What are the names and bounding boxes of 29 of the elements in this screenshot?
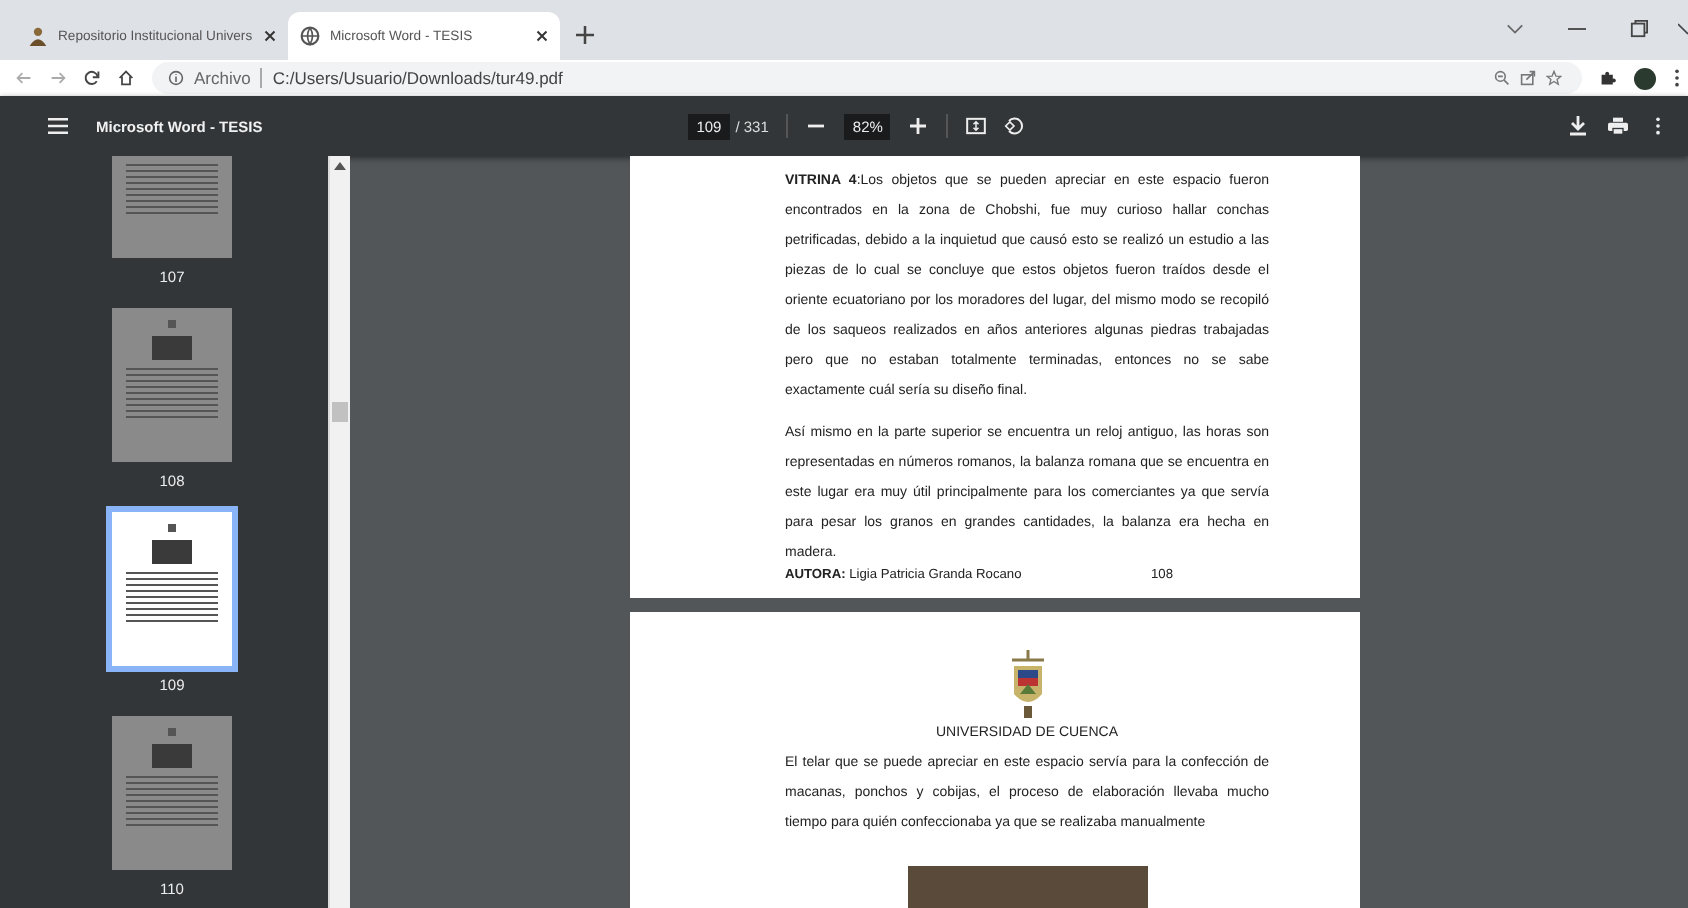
avatar[interactable] — [1634, 67, 1656, 89]
menu-icon[interactable] — [48, 116, 68, 136]
download-icon[interactable] — [1568, 116, 1588, 136]
globe-icon — [300, 26, 320, 46]
security-label: Archivo — [194, 68, 251, 88]
info-icon — [168, 70, 184, 86]
print-icon[interactable] — [1608, 116, 1628, 136]
menu-dots-icon[interactable] — [1674, 68, 1680, 88]
page-thumbnail[interactable] — [112, 308, 232, 462]
restore-icon[interactable] — [1630, 20, 1648, 38]
reload-icon[interactable] — [84, 70, 100, 86]
rotate-icon[interactable] — [1004, 116, 1025, 136]
page-thumbnail[interactable] — [112, 716, 232, 870]
share-icon[interactable] — [1520, 70, 1536, 86]
fit-page-icon[interactable] — [966, 116, 987, 136]
puzzle-icon[interactable] — [1600, 70, 1616, 86]
scrollbar[interactable] — [328, 156, 350, 908]
zoom-icon[interactable] — [1494, 70, 1510, 86]
zoom-in-icon[interactable] — [908, 116, 929, 136]
person-icon — [28, 26, 48, 46]
page-thumbnail[interactable] — [112, 512, 232, 666]
scrollbar-thumb[interactable] — [332, 402, 348, 422]
new-tab-icon[interactable] — [576, 26, 594, 44]
scroll-up-icon[interactable] — [334, 162, 346, 170]
url-text: C:/Users/Usuario/Downloads/tur49.pdf — [272, 68, 563, 88]
chevron-down-icon[interactable] — [1506, 20, 1524, 38]
star-icon[interactable] — [1546, 70, 1562, 86]
home-icon[interactable] — [118, 70, 134, 86]
address-field[interactable]: Archivo C:/Users/Usuario/Downloads/tur49.pdf — [152, 62, 1582, 94]
